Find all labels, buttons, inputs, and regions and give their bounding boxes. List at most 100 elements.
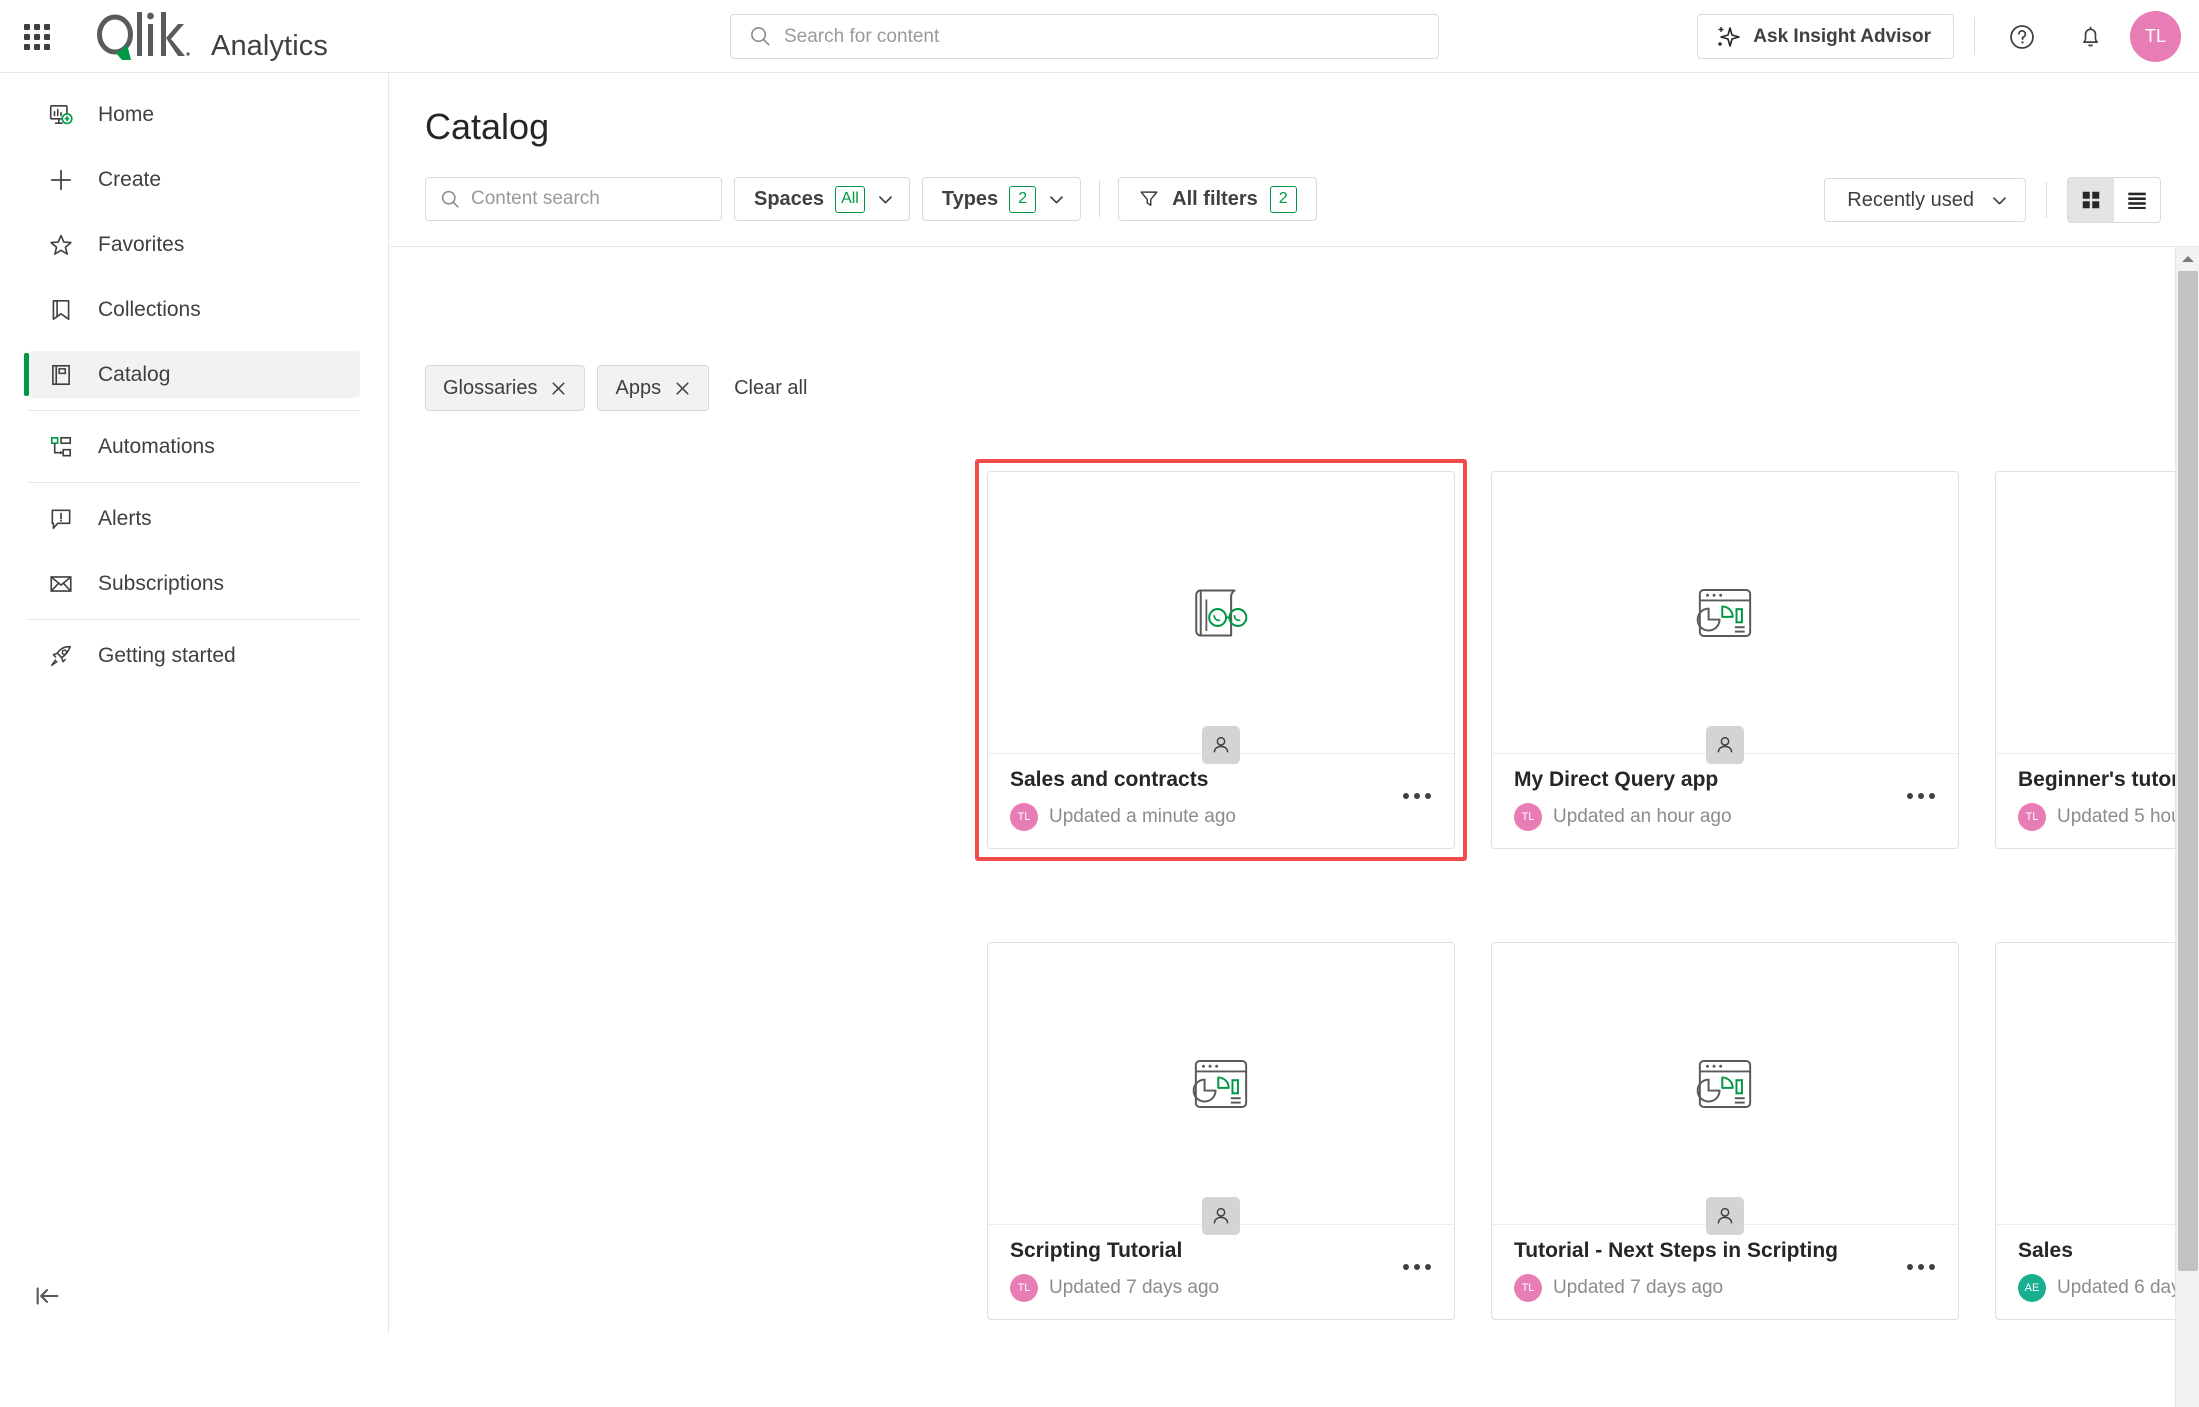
qlik-logo[interactable]: Analytics [85, 8, 328, 72]
app-chart-window-icon [1696, 1059, 1752, 1108]
catalog-card[interactable]: Beginner's tutorial TL Updated 5 hours a… [1995, 471, 2199, 849]
personal-space-icon [1717, 736, 1733, 753]
catalog-book-icon [44, 362, 78, 388]
global-search-input[interactable] [784, 25, 1384, 48]
sidebar-divider [28, 619, 360, 620]
card-slot: Scripting Tutorial TL Updated 7 days ago [987, 942, 1455, 1320]
view-toggle-group [2067, 177, 2161, 223]
scroll-up-button[interactable] [2176, 247, 2199, 271]
personal-space-icon [1717, 1207, 1733, 1224]
top-bar: Analytics Ask Insight Advisor TL [0, 0, 2199, 73]
card-meta: AE Updated 6 days ago [2018, 1274, 2199, 1302]
list-view-icon [2128, 192, 2146, 209]
all-filters-button[interactable]: All filters 2 [1118, 177, 1317, 221]
search-icon [440, 189, 461, 210]
ask-insight-advisor-label: Ask Insight Advisor [1753, 25, 1931, 47]
card-more-options-button[interactable] [1398, 782, 1436, 810]
card-slot: Tutorial - Next Steps in Scripting TL Up… [1491, 942, 1959, 1320]
card-more-options-button[interactable] [1902, 1253, 1940, 1281]
card-thumbnail [988, 472, 1454, 754]
sidebar-item-alerts[interactable]: Alerts [28, 495, 360, 542]
close-icon[interactable] [674, 380, 691, 397]
user-avatar[interactable]: TL [2130, 11, 2181, 62]
sidebar-item-favorites[interactable]: Favorites [28, 221, 360, 268]
star-outline-icon [44, 232, 78, 258]
toolbar-bottom-divider [389, 246, 2199, 247]
sidebar-divider [28, 482, 360, 483]
sidebar: Home Create Favorites Collections Catalo… [0, 73, 389, 1334]
catalog-card[interactable]: Tutorial - Next Steps in Scripting TL Up… [1491, 942, 1959, 1320]
clear-all-filters-button[interactable]: Clear all [734, 377, 807, 400]
sort-dropdown[interactable]: Recently used [1824, 178, 2026, 222]
grid-view-button[interactable] [2068, 178, 2114, 222]
card-subtitle: Updated an hour ago [1553, 806, 1732, 827]
content-search-box[interactable] [425, 177, 722, 221]
alert-bubble-icon [44, 506, 78, 532]
envelope-icon [44, 571, 78, 597]
sidebar-item-catalog[interactable]: Catalog [24, 351, 360, 398]
home-dashboard-icon [44, 102, 78, 128]
catalog-card[interactable]: Sales and contracts TL Updated a minute … [987, 471, 1455, 849]
card-title: Scripting Tutorial [1010, 1239, 1183, 1262]
card-footer: My Direct Query app TL Updated an hour a… [1492, 754, 1958, 848]
help-button[interactable] [1999, 14, 2044, 59]
search-icon [749, 25, 772, 48]
card-footer: Sales and contracts TL Updated a minute … [988, 754, 1454, 848]
sidebar-item-label: Create [98, 167, 162, 191]
collapse-sidebar-button[interactable] [25, 1276, 69, 1316]
sidebar-item-label: Getting started [98, 643, 236, 667]
sidebar-item-subscriptions[interactable]: Subscriptions [28, 560, 360, 607]
sidebar-item-automations[interactable]: Automations [28, 423, 360, 470]
sidebar-item-label: Subscriptions [98, 571, 225, 595]
app-name: Analytics [211, 30, 328, 62]
main-content: Catalog Spaces All Types 2 All filters 2 [389, 73, 2199, 1407]
card-more-options-button[interactable] [1398, 1253, 1436, 1281]
toolbar-divider [2046, 182, 2047, 218]
catalog-toolbar-right: Recently used [1824, 177, 2161, 223]
funnel-icon [1140, 191, 1158, 206]
bookmark-icon [44, 297, 78, 323]
card-footer: Tutorial - Next Steps in Scripting TL Up… [1492, 1225, 1958, 1319]
qlik-logo-mark [97, 12, 190, 60]
catalog-card[interactable]: Sales AE Updated 6 days ago [1995, 942, 2199, 1320]
grid-apps-icon[interactable] [20, 21, 54, 53]
app-chart-window-icon [1192, 1059, 1248, 1108]
personal-space-icon [1213, 736, 1229, 753]
notifications-button[interactable] [2068, 14, 2113, 59]
rocket-icon [44, 643, 78, 669]
card-thumbnail [1492, 472, 1958, 754]
list-view-button[interactable] [2114, 178, 2160, 222]
page-title: Catalog [425, 106, 550, 147]
glossary-book-glasses-icon [1195, 588, 1248, 637]
filter-chip-glossaries[interactable]: Glossaries [425, 365, 586, 411]
catalog-card[interactable]: Scripting Tutorial TL Updated 7 days ago [987, 942, 1455, 1320]
sidebar-item-collections[interactable]: Collections [28, 286, 360, 333]
card-thumbnail [988, 943, 1454, 1225]
sidebar-item-home[interactable]: Home [28, 91, 360, 138]
card-slot: Beginner's tutorial TL Updated 5 hours a… [1995, 471, 2199, 849]
card-slot: My Direct Query app TL Updated an hour a… [1491, 471, 1959, 849]
filter-chip-apps[interactable]: Apps [597, 365, 710, 411]
app-chart-window-icon [1696, 588, 1752, 637]
sidebar-item-create[interactable]: Create [28, 156, 360, 203]
global-search-box[interactable] [730, 14, 1439, 59]
sidebar-item-label: Collections [98, 297, 201, 321]
personal-space-icon [1213, 1207, 1229, 1224]
catalog-card[interactable]: My Direct Query app TL Updated an hour a… [1491, 471, 1959, 849]
scrollbar-thumb[interactable] [2178, 271, 2198, 1271]
card-more-options-button[interactable] [1902, 782, 1940, 810]
card-title: My Direct Query app [1514, 768, 1719, 791]
types-filter-button[interactable]: Types 2 [921, 177, 1082, 221]
spaces-filter-button[interactable]: Spaces All [734, 177, 910, 221]
owner-avatar: AE [2018, 1274, 2046, 1302]
types-filter-badge: 2 [1009, 185, 1037, 213]
sidebar-item-getting-started[interactable]: Getting started [28, 632, 360, 679]
content-search-input[interactable] [471, 188, 671, 210]
filter-chip-label: Glossaries [443, 376, 538, 399]
sidebar-item-label: Alerts [98, 506, 152, 530]
sort-label: Recently used [1847, 188, 1974, 211]
close-icon[interactable] [550, 380, 567, 397]
card-meta: TL Updated a minute ago [1010, 803, 1432, 831]
ask-insight-advisor-button[interactable]: Ask Insight Advisor [1697, 14, 1954, 59]
content-scrollbar[interactable] [2175, 247, 2199, 1407]
